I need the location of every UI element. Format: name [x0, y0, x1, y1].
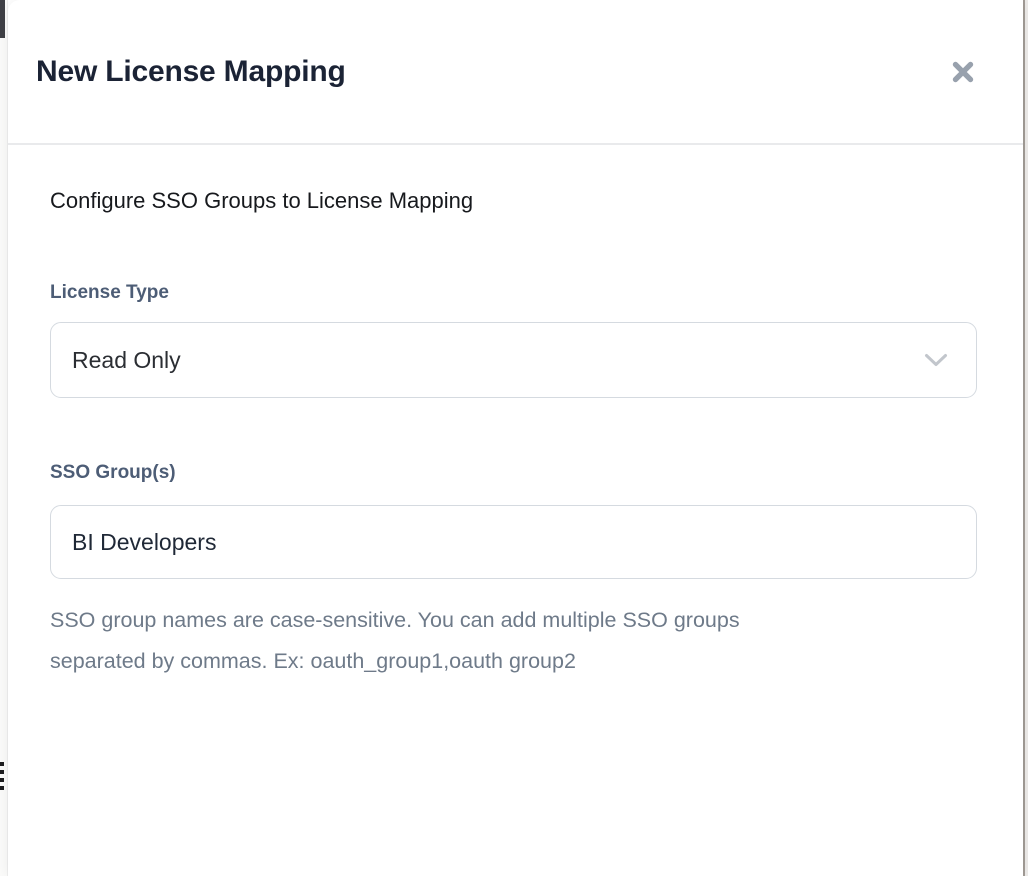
background-navbar-sliver — [0, 0, 5, 38]
close-button[interactable] — [943, 52, 983, 92]
sso-groups-help-line1: SSO group names are case-sensitive. You … — [50, 600, 977, 641]
background-text-lines-sliver — [0, 762, 6, 794]
screen: New License Mapping Configure SSO Groups… — [0, 0, 1028, 876]
modal-body: Configure SSO Groups to License Mapping … — [8, 187, 1023, 682]
close-icon — [948, 57, 978, 87]
background-page-right-sliver — [1023, 0, 1028, 876]
sso-groups-input[interactable] — [50, 505, 977, 579]
sso-groups-help: SSO group names are case-sensitive. You … — [50, 600, 977, 682]
sso-groups-label: SSO Group(s) — [50, 462, 977, 484]
chevron-down-icon — [924, 353, 948, 368]
new-license-mapping-modal: New License Mapping Configure SSO Groups… — [8, 0, 1023, 876]
modal-header: New License Mapping — [8, 0, 1023, 145]
license-type-select[interactable]: Read Only — [50, 322, 977, 398]
sso-groups-help-line2: separated by commas. Ex: oauth_group1,oa… — [50, 641, 977, 682]
license-type-label: License Type — [50, 282, 977, 304]
modal-title: New License Mapping — [36, 55, 346, 89]
background-page-left-sliver — [0, 0, 8, 876]
section-heading: Configure SSO Groups to License Mapping — [50, 187, 977, 215]
license-type-selected-value: Read Only — [72, 347, 181, 374]
